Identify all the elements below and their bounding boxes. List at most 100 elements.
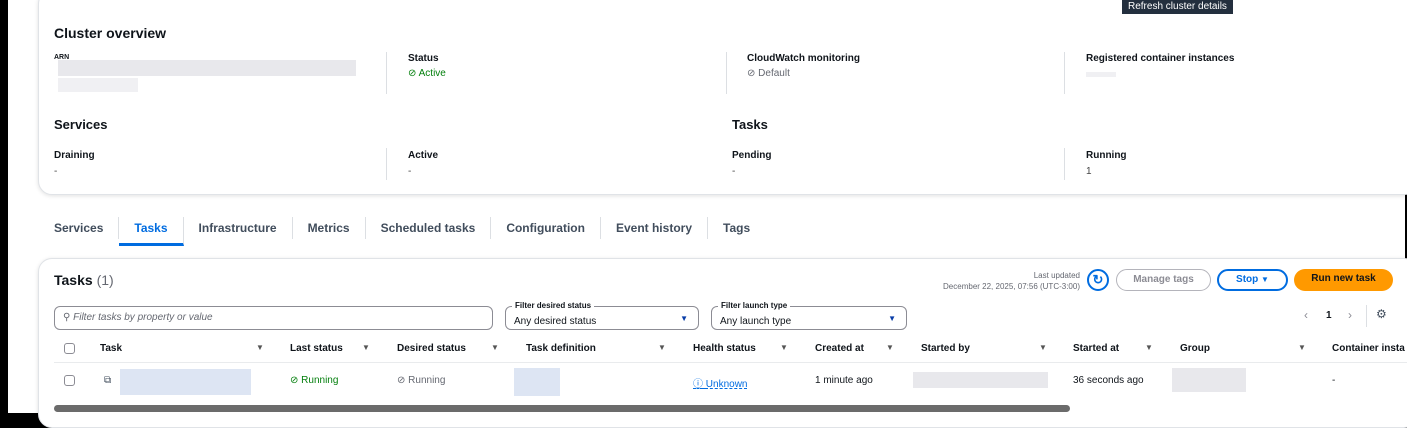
draining-label: Draining <box>54 150 95 161</box>
status-text: Active <box>418 68 446 79</box>
launch-type-select[interactable]: Filter launch type Any launch type ▼ <box>711 301 907 330</box>
check-circle-icon: ⊘ <box>397 375 406 386</box>
settings-gear-icon[interactable]: ⚙ <box>1376 307 1387 321</box>
running-value: 1 <box>1086 166 1092 177</box>
sort-icon[interactable]: ▼ <box>1145 343 1153 352</box>
registered-value-redacted <box>1086 72 1116 77</box>
stop-button[interactable]: Stop ▼ <box>1217 269 1288 291</box>
arn-value-redacted <box>58 78 138 92</box>
divider <box>386 52 387 94</box>
tab-bar: Services Tasks Infrastructure Metrics Sc… <box>54 215 765 246</box>
started-at-value: 36 seconds ago <box>1073 375 1144 386</box>
sort-icon[interactable]: ▼ <box>886 343 894 352</box>
horizontal-scrollbar[interactable] <box>54 405 1070 412</box>
sort-icon[interactable]: ▼ <box>362 343 370 352</box>
search-icon: ⚲ <box>63 312 71 323</box>
prev-page-icon[interactable]: ‹ <box>1304 308 1308 322</box>
last-status-value: ⊘ Running <box>290 375 338 386</box>
draining-value: - <box>54 166 58 177</box>
last-updated-label: Last updated <box>1033 271 1080 280</box>
sort-icon[interactable]: ▼ <box>256 343 264 352</box>
started-by-redacted <box>913 372 1048 388</box>
divider <box>1064 52 1065 94</box>
tasks-count: (1) <box>96 272 114 288</box>
group-redacted <box>1172 368 1246 392</box>
pending-value: - <box>732 166 736 177</box>
tab-tasks[interactable]: Tasks <box>119 217 184 246</box>
last-status-text: Running <box>301 375 339 386</box>
cluster-overview-panel <box>38 0 1407 195</box>
stop-label: Stop <box>1236 274 1259 285</box>
check-circle-icon: ⊘ <box>747 68 756 79</box>
sort-icon[interactable]: ▼ <box>658 343 666 352</box>
active-label: Active <box>408 150 439 161</box>
tab-event-history[interactable]: Event history <box>601 217 708 239</box>
search-placeholder: Filter tasks by property or value <box>73 312 213 323</box>
desired-status-select[interactable]: Filter desired status Any desired status ▼ <box>505 301 699 330</box>
run-new-task-button[interactable]: Run new task <box>1294 269 1393 291</box>
status-label: Status <box>408 53 439 64</box>
next-page-icon[interactable]: › <box>1348 308 1352 322</box>
column-header-task-definition[interactable]: Task definition <box>526 343 596 354</box>
tasks-title-text: Tasks <box>54 272 93 288</box>
pending-label: Pending <box>732 150 772 161</box>
health-status-value[interactable]: ⓘ Unknown <box>693 375 747 390</box>
column-header-desired-status[interactable]: Desired status <box>397 343 466 354</box>
tab-configuration[interactable]: Configuration <box>491 217 601 239</box>
tasks-title: Tasks (1) <box>54 272 114 288</box>
column-header-task[interactable]: Task <box>100 343 122 354</box>
running-label: Running <box>1086 150 1127 161</box>
column-header-last-status[interactable]: Last status <box>290 343 343 354</box>
desired-status-text: Running <box>408 375 446 386</box>
column-header-started-by[interactable]: Started by <box>921 343 970 354</box>
column-header-group[interactable]: Group <box>1180 343 1210 354</box>
page-number[interactable]: 1 <box>1326 310 1332 321</box>
cloudwatch-value: ⊘ Default <box>747 68 790 79</box>
divider <box>386 148 387 180</box>
refresh-icon: ↻ <box>1092 272 1104 287</box>
caret-down-icon: ▼ <box>1261 275 1269 284</box>
active-value: - <box>408 166 412 177</box>
refresh-button[interactable]: ↻ <box>1087 269 1109 291</box>
last-updated-value: December 22, 2025, 07:56 (UTC-3:00) <box>943 282 1080 291</box>
page: Refresh cluster details Cluster overview… <box>8 0 1407 428</box>
tab-tags[interactable]: Tags <box>708 217 765 239</box>
cloudwatch-text: Default <box>758 68 790 79</box>
column-header-health-status[interactable]: Health status <box>693 343 756 354</box>
tab-metrics[interactable]: Metrics <box>293 217 366 239</box>
info-icon: ⓘ <box>693 379 703 390</box>
select-all-checkbox[interactable] <box>64 343 75 354</box>
caret-down-icon: ▼ <box>888 314 896 323</box>
row-checkbox[interactable] <box>64 375 75 386</box>
registered-label: Registered container instances <box>1086 53 1235 64</box>
caret-down-icon: ▼ <box>680 314 688 323</box>
column-header-created-at[interactable]: Created at <box>815 343 864 354</box>
divider <box>726 52 727 94</box>
column-header-container-instance[interactable]: Container insta <box>1332 343 1405 354</box>
manage-tags-button[interactable]: Manage tags <box>1116 269 1211 291</box>
desired-status-value: ⊘ Running <box>397 375 445 386</box>
container-instance-value: - <box>1332 375 1336 386</box>
task-id-link-redacted[interactable] <box>120 369 251 395</box>
header-divider <box>54 362 1407 363</box>
column-header-started-at[interactable]: Started at <box>1073 343 1119 354</box>
sort-icon[interactable]: ▼ <box>1298 343 1306 352</box>
sort-icon[interactable]: ▼ <box>780 343 788 352</box>
tooltip: Refresh cluster details <box>1122 0 1233 14</box>
copy-icon[interactable]: ⧉ <box>104 375 111 386</box>
last-updated: Last updated December 22, 2025, 07:56 (UT… <box>888 270 1080 292</box>
divider <box>1064 148 1065 180</box>
sort-icon[interactable]: ▼ <box>491 343 499 352</box>
tasks-summary-title: Tasks <box>732 117 768 132</box>
search-input[interactable]: ⚲ Filter tasks by property or value <box>54 306 493 330</box>
sort-icon[interactable]: ▼ <box>1039 343 1047 352</box>
task-definition-link-redacted[interactable] <box>514 368 560 396</box>
divider <box>1366 305 1367 327</box>
status-value: ⊘ Active <box>408 68 446 79</box>
created-at-value: 1 minute ago <box>815 375 873 386</box>
tab-services[interactable]: Services <box>54 217 120 239</box>
launch-type-value: Any launch type <box>720 316 792 327</box>
tab-scheduled-tasks[interactable]: Scheduled tasks <box>366 217 492 239</box>
launch-type-label: Filter launch type <box>718 301 791 310</box>
tab-infrastructure[interactable]: Infrastructure <box>184 217 293 239</box>
